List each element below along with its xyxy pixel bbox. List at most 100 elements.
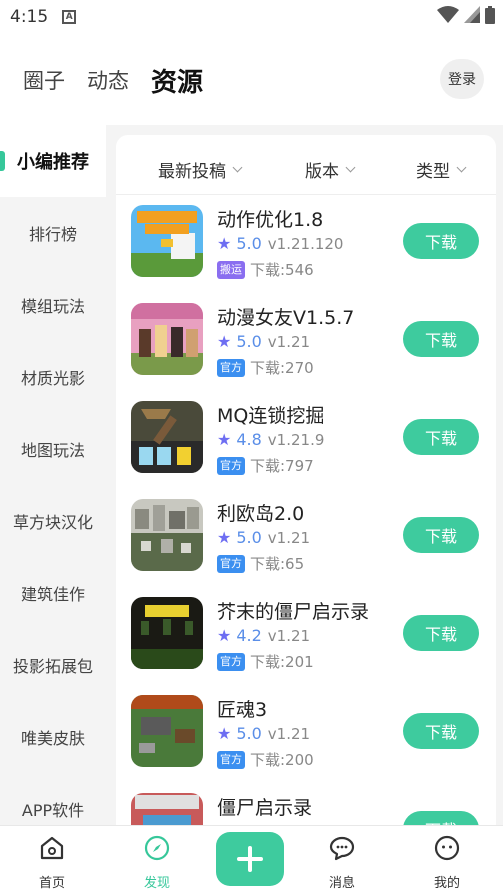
filter-type[interactable]: 类型 bbox=[416, 157, 467, 182]
filter-bar: 最新投稿 版本 类型 bbox=[116, 135, 496, 195]
sidebar-item-label: 草方块汉化 bbox=[12, 513, 93, 532]
status-bar: 4:15 A bbox=[0, 0, 503, 34]
app-version: v1.21 bbox=[267, 528, 311, 547]
signal-icon bbox=[464, 6, 480, 23]
app-thumbnail bbox=[131, 205, 203, 277]
app-version: v1.21 bbox=[267, 626, 311, 645]
app-tags: 官方 下载:201 bbox=[217, 651, 314, 672]
app-version: v1.21 bbox=[267, 332, 311, 351]
list-item[interactable]: 动漫女友V1.5.7 ★ 5.0 v1.21 官方 下载:270 下载 bbox=[116, 299, 496, 397]
sidebar-item-label: 唯美皮肤 bbox=[20, 729, 85, 748]
tab-circle[interactable]: 圈子 bbox=[23, 65, 65, 95]
compass-icon bbox=[144, 835, 170, 861]
source-badge: 官方 bbox=[217, 750, 245, 769]
nav-discover[interactable]: 发现 bbox=[127, 834, 187, 891]
app-title: 僵尸启示录 bbox=[217, 797, 313, 819]
app-title: 利欧岛2.0 bbox=[217, 503, 305, 525]
nav-label: 首页 bbox=[38, 876, 65, 891]
app-thumbnail bbox=[131, 401, 203, 473]
chevron-down-icon bbox=[456, 162, 467, 173]
sidebar-item-schematics[interactable]: 投影拓展包 bbox=[0, 629, 106, 701]
top-tabs: 圈子 动态 资源 bbox=[0, 50, 503, 110]
app-tags: 搬运 下载:546 bbox=[217, 259, 314, 280]
sidebar-item-label: 模组玩法 bbox=[20, 297, 85, 316]
download-button[interactable]: 下载 bbox=[403, 713, 479, 749]
notification-icon: A bbox=[62, 10, 77, 24]
app-tags: 官方 下载:65 bbox=[217, 553, 304, 574]
filter-latest[interactable]: 最新投稿 bbox=[158, 157, 243, 182]
app-title: MQ连锁挖掘 bbox=[217, 405, 325, 427]
download-button[interactable]: 下载 bbox=[403, 811, 479, 825]
sidebar-item-builds[interactable]: 建筑佳作 bbox=[0, 557, 106, 629]
profile-icon bbox=[434, 835, 460, 861]
star-icon: ★ bbox=[217, 430, 232, 449]
download-count: 下载:201 bbox=[250, 653, 314, 671]
download-button[interactable]: 下载 bbox=[403, 615, 479, 651]
nav-messages[interactable]: 消息 bbox=[312, 834, 372, 891]
list-item[interactable]: 匠魂3 ★ 5.0 v1.21 官方 下载:200 下载 bbox=[116, 691, 496, 789]
chat-icon bbox=[329, 836, 355, 861]
sidebar-item-label: APP软件 bbox=[21, 801, 85, 820]
sidebar-item-mods[interactable]: 模组玩法 bbox=[0, 269, 106, 341]
list-item[interactable]: 芥末的僵尸启示录 ★ 4.2 v1.21 官方 下载:201 下载 bbox=[116, 593, 496, 691]
star-icon: ★ bbox=[217, 332, 232, 351]
wifi-icon bbox=[437, 6, 459, 23]
app-version: v1.21.120 bbox=[267, 234, 344, 253]
app-thumbnail bbox=[131, 793, 203, 825]
app-version: v1.21 bbox=[267, 724, 311, 743]
download-button[interactable]: 下载 bbox=[403, 419, 479, 455]
list-item[interactable]: 动作优化1.8 ★ 5.0 v1.21.120 搬运 下载:546 下载 bbox=[116, 201, 496, 299]
sidebar-item-skins[interactable]: 唯美皮肤 bbox=[0, 701, 106, 773]
login-button[interactable]: 登录 bbox=[440, 59, 484, 99]
sidebar-item-editor-picks[interactable]: 小编推荐 bbox=[0, 125, 106, 197]
list-item[interactable]: 利欧岛2.0 ★ 5.0 v1.21 官方 下载:65 下载 bbox=[116, 495, 496, 593]
app-rating: 5.0 bbox=[236, 332, 262, 351]
sidebar-item-rankings[interactable]: 排行榜 bbox=[0, 197, 106, 269]
list-item[interactable]: MQ连锁挖掘 ★ 4.8 v1.21.9 官方 下载:797 下载 bbox=[116, 397, 496, 495]
nav-profile[interactable]: 我的 bbox=[417, 834, 477, 891]
nav-label: 发现 bbox=[143, 876, 170, 891]
create-post-button[interactable] bbox=[216, 832, 284, 886]
filter-label: 版本 bbox=[305, 162, 339, 182]
sidebar-item-label: 排行榜 bbox=[28, 225, 77, 244]
app-rating: 4.8 bbox=[236, 430, 262, 449]
sidebar-item-textures[interactable]: 材质光影 bbox=[0, 341, 106, 413]
filter-version[interactable]: 版本 bbox=[305, 157, 356, 182]
source-badge: 官方 bbox=[217, 652, 245, 671]
status-time: 4:15 bbox=[10, 7, 49, 27]
sidebar-item-label: 材质光影 bbox=[20, 369, 85, 388]
download-button[interactable]: 下载 bbox=[403, 321, 479, 357]
app-thumbnail bbox=[131, 695, 203, 767]
app-tags: 官方 下载:797 bbox=[217, 455, 314, 476]
app-meta: ★ 5.0 v1.21 bbox=[217, 724, 310, 743]
download-button[interactable]: 下载 bbox=[403, 517, 479, 553]
chevron-down-icon bbox=[232, 162, 243, 173]
download-count: 下载:797 bbox=[250, 457, 314, 475]
app-version: v1.21.9 bbox=[267, 430, 325, 449]
sidebar-item-label: 地图玩法 bbox=[20, 441, 85, 460]
star-icon: ★ bbox=[217, 724, 232, 743]
app-meta: ★ 4.8 v1.21.9 bbox=[217, 430, 324, 449]
app-rating: 5.0 bbox=[236, 234, 262, 253]
source-badge: 官方 bbox=[217, 554, 245, 573]
list-item[interactable]: 僵尸启示录 下载 bbox=[116, 789, 496, 825]
tab-feed[interactable]: 动态 bbox=[87, 65, 129, 95]
sidebar-item-maps[interactable]: 地图玩法 bbox=[0, 413, 106, 485]
battery-icon bbox=[485, 6, 495, 24]
status-icons bbox=[437, 6, 495, 24]
download-button[interactable]: 下载 bbox=[403, 223, 479, 259]
home-icon bbox=[40, 836, 64, 860]
download-count: 下载:546 bbox=[250, 261, 314, 279]
nav-home[interactable]: 首页 bbox=[22, 834, 82, 891]
star-icon: ★ bbox=[217, 234, 232, 253]
app-title: 动漫女友V1.5.7 bbox=[217, 307, 355, 329]
app-thumbnail bbox=[131, 499, 203, 571]
app-title: 动作优化1.8 bbox=[217, 209, 324, 231]
filter-label: 类型 bbox=[416, 162, 450, 182]
tab-resources[interactable]: 资源 bbox=[151, 62, 203, 99]
app-rating: 5.0 bbox=[236, 528, 262, 547]
chevron-down-icon bbox=[345, 162, 356, 173]
sidebar-item-localization[interactable]: 草方块汉化 bbox=[0, 485, 106, 557]
app-thumbnail bbox=[131, 303, 203, 375]
sidebar-item-label: 建筑佳作 bbox=[20, 585, 85, 604]
